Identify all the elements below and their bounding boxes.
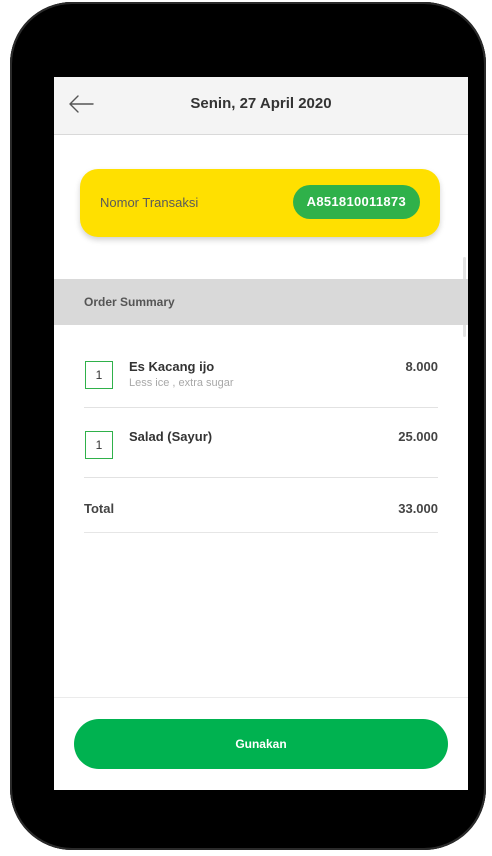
transaction-number-badge: A851810011873 xyxy=(292,185,420,219)
item-note: Less ice , extra sugar xyxy=(129,377,234,389)
item-price: 8.000 xyxy=(405,359,438,374)
app-header: Senin, 27 April 2020 xyxy=(54,77,468,135)
app-screen: Senin, 27 April 2020 Nomor Transaksi A85… xyxy=(54,77,468,790)
transaction-card: Nomor Transaksi A851810011873 xyxy=(80,169,440,237)
order-summary-header: Order Summary xyxy=(54,279,468,325)
item-quantity: 1 xyxy=(85,361,113,389)
item-price: 25.000 xyxy=(398,429,438,444)
page-title: Senin, 27 April 2020 xyxy=(190,95,332,112)
total-label: Total xyxy=(84,501,115,516)
list-item: 1 Es Kacang ijo Less ice , extra sugar 8… xyxy=(84,345,438,408)
phone-frame: Senin, 27 April 2020 Nomor Transaksi A85… xyxy=(10,2,486,850)
list-item: 1 Salad (Sayur) 25.000 xyxy=(84,407,438,478)
item-name: Salad (Sayur) xyxy=(129,429,213,444)
divider xyxy=(54,697,468,698)
order-summary-title: Order Summary xyxy=(84,295,175,309)
item-quantity: 1 xyxy=(85,431,113,459)
total-value: 33.000 xyxy=(398,501,438,516)
item-name: Es Kacang ijo xyxy=(129,359,215,374)
gunakan-button[interactable]: Gunakan xyxy=(74,719,448,769)
total-row: Total 33.000 xyxy=(84,477,438,533)
transaction-label: Nomor Transaksi xyxy=(100,195,199,210)
